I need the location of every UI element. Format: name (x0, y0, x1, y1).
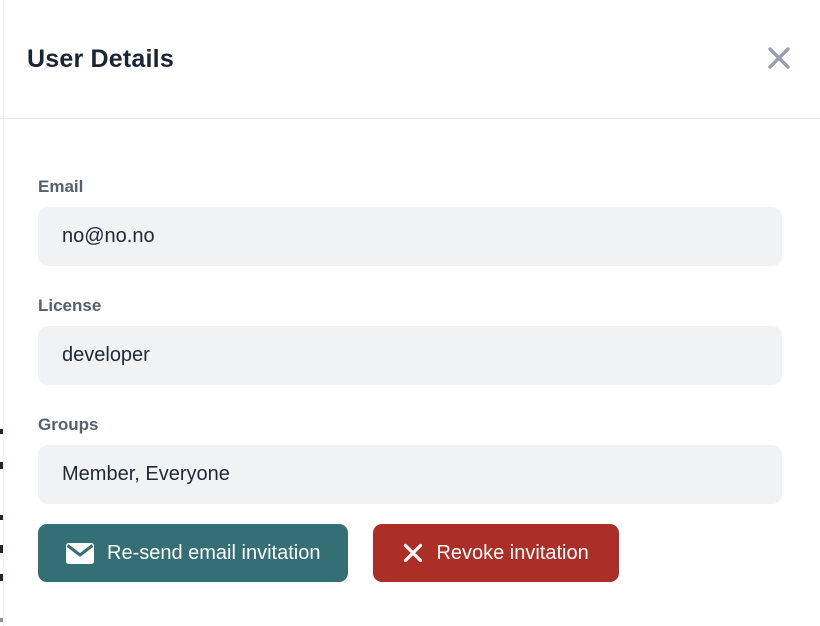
revoke-button-label: Revoke invitation (436, 542, 588, 565)
email-label: Email (38, 178, 782, 196)
background-fragment (0, 429, 3, 434)
field-group-groups: Groups (38, 416, 782, 504)
close-x-icon (766, 45, 792, 71)
license-field[interactable] (38, 326, 782, 385)
user-details-modal: User Details Email License Groups (0, 0, 820, 626)
field-group-license: License (38, 297, 782, 385)
modal-body: Email License Groups Re-send email invit… (0, 119, 820, 582)
modal-header: User Details (0, 0, 820, 119)
background-fragment (0, 574, 3, 581)
left-page-edge (0, 0, 4, 626)
background-fragment (0, 462, 3, 469)
background-fragment (0, 545, 3, 553)
resend-button-label: Re-send email invitation (107, 542, 320, 565)
email-field[interactable] (38, 207, 782, 266)
background-fragment (0, 618, 3, 622)
close-button[interactable] (764, 43, 794, 73)
resend-email-invitation-button[interactable]: Re-send email invitation (38, 524, 348, 582)
x-icon (403, 543, 423, 563)
license-label: License (38, 297, 782, 315)
envelope-icon (66, 543, 94, 564)
groups-label: Groups (38, 416, 782, 434)
modal-title: User Details (27, 45, 174, 74)
background-fragment (0, 515, 3, 520)
button-row: Re-send email invitation Revoke invitati… (38, 524, 782, 582)
field-group-email: Email (38, 178, 782, 266)
revoke-invitation-button[interactable]: Revoke invitation (373, 524, 618, 582)
groups-field[interactable] (38, 445, 782, 504)
